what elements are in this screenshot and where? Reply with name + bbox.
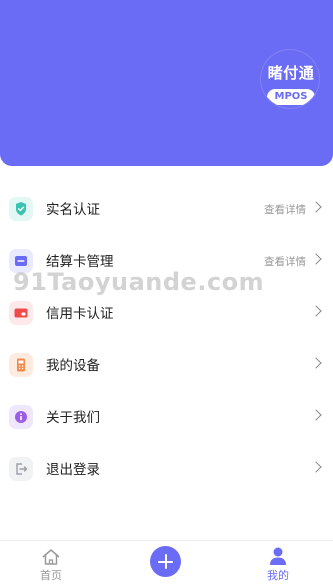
menu-item-logout[interactable]: 退出登录 (0, 444, 333, 496)
user-icon (270, 547, 286, 565)
watermark: 91Taoyuande.com (13, 268, 265, 296)
logout-icon (9, 457, 33, 481)
chevron-right-icon (310, 461, 322, 473)
logo-title: 睹付通 (267, 64, 315, 82)
view-details-link[interactable]: 查看详情 (264, 255, 306, 269)
menu-item-label: 我的设备 (46, 358, 100, 374)
chevron-right-icon (310, 409, 322, 421)
menu-item-about-us[interactable]: 关于我们 (0, 392, 333, 444)
chevron-right-icon (310, 357, 322, 369)
tab-mine-label: 我的 (267, 569, 289, 582)
info-icon (9, 405, 33, 429)
menu-item-label: 信用卡认证 (46, 306, 114, 322)
tab-home[interactable]: 首页 (11, 541, 91, 585)
logo-badge: MPOS (267, 89, 315, 105)
menu-item-label: 实名认证 (46, 202, 100, 218)
home-icon (42, 549, 60, 565)
tab-home-label: 首页 (40, 569, 62, 582)
credit-card-icon (9, 301, 33, 325)
app-logo: 睹付通 MPOS (260, 49, 320, 109)
pos-device-icon (9, 353, 33, 377)
menu-item-label: 关于我们 (46, 410, 100, 426)
profile-header: 睹付通 MPOS (0, 0, 333, 166)
view-details-link[interactable]: 查看详情 (264, 203, 306, 217)
chevron-right-icon (310, 201, 322, 213)
chevron-right-icon (310, 305, 322, 317)
tab-mine[interactable]: 我的 (238, 541, 318, 585)
shield-check-icon (9, 197, 33, 221)
bottom-tab-bar: 首页 我的 (0, 540, 333, 585)
chevron-right-icon (310, 253, 322, 265)
menu-item-my-devices[interactable]: 我的设备 (0, 340, 333, 392)
menu-item-label: 退出登录 (46, 462, 100, 478)
menu-item-real-name-verification[interactable]: 实名认证 查看详情 (0, 184, 333, 236)
plus-icon[interactable] (150, 546, 181, 577)
